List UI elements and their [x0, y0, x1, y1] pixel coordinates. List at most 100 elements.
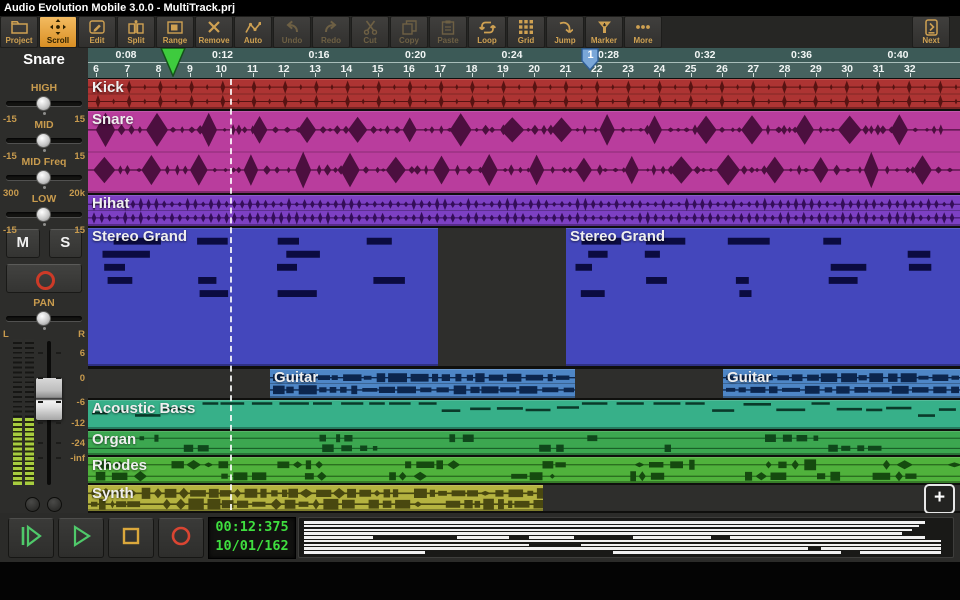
bar-tick-mark [566, 73, 567, 77]
clip-label: Stereo Grand [570, 228, 665, 245]
project-overview[interactable] [298, 517, 954, 558]
clip-organ-1[interactable]: Organ [88, 431, 960, 455]
app-root: Audio Evolution Mobile 3.0.0 - MultiTrac… [0, 0, 960, 600]
overview-clip-bar [304, 521, 925, 524]
timeline-ruler[interactable]: 0:080:120:160:200:240:280:320:360:406789… [88, 48, 960, 78]
toolbar-button-label: Jump [554, 36, 575, 45]
overview-clip-bar [633, 536, 711, 539]
toolbar-button-label: Edit [89, 36, 104, 45]
eq-low-slider[interactable] [6, 207, 82, 222]
clip-hihat-1[interactable]: Hihat [88, 195, 960, 226]
window-title: Audio Evolution Mobile 3.0.0 - MultiTrac… [0, 0, 960, 16]
overview-clip-bar [529, 536, 575, 539]
toolbar-button-edit[interactable]: Edit [78, 16, 116, 48]
overview-clip-bar [304, 525, 918, 528]
toolbar-button-label: Copy [399, 36, 419, 45]
play-button[interactable] [58, 518, 104, 558]
toolbar-button-grid[interactable]: Grid [507, 16, 545, 48]
track-lane-organ: Organ [88, 431, 960, 455]
toolbar-button-auto[interactable]: Auto [234, 16, 272, 48]
overview-clip-bar [821, 547, 941, 550]
time-tick-label: 0:24 [501, 49, 522, 61]
toolbar-button-remove[interactable]: Remove [195, 16, 233, 48]
clip-label: Hihat [92, 195, 130, 212]
bar-tick-mark [409, 73, 410, 77]
toolbar-button-copy[interactable]: Copy [390, 16, 428, 48]
clip-stereo-grand-2[interactable]: Stereo Grand [566, 228, 960, 366]
eq-high-label: HIGH [0, 82, 88, 94]
clip-stereo-grand-1[interactable]: Stereo Grand [88, 228, 438, 366]
toolbar-button-marker[interactable]: Marker [585, 16, 623, 48]
grid-icon [519, 20, 533, 35]
playhead-marker[interactable] [160, 48, 186, 82]
toolbar-button-more[interactable]: More [624, 16, 662, 48]
eq-high-slider[interactable] [6, 96, 82, 111]
toolbar-button-redo[interactable]: Redo [312, 16, 350, 48]
toolbar-button-label: Cut [363, 36, 376, 45]
toolbar-button-loop[interactable]: Loop [468, 16, 506, 48]
pan-slider[interactable] [6, 311, 82, 326]
bar-tick-mark [534, 73, 535, 77]
toolbar-button-label: Grid [518, 36, 534, 45]
eq-mid-freq-slider[interactable] [6, 170, 82, 185]
bar-tick-mark [472, 73, 473, 77]
slider-thumb[interactable] [36, 170, 51, 185]
range-icon [167, 20, 183, 35]
eq-mid-slider[interactable] [6, 133, 82, 148]
split-icon [128, 20, 144, 35]
time-tick-label: 0:32 [694, 49, 715, 61]
track-lane-snare: Snare [88, 111, 960, 193]
slider-thumb[interactable] [36, 96, 51, 111]
clip-label: Stereo Grand [92, 228, 187, 245]
slider-thumb[interactable] [36, 207, 51, 222]
toolbar-button-next[interactable]: Next [912, 16, 950, 48]
volume-fader-handle[interactable] [36, 378, 62, 420]
time-tick-label: 0:40 [887, 49, 908, 61]
fader-tick-mark [56, 442, 61, 444]
overview-clip-bar [457, 536, 509, 539]
clip-synth-1[interactable]: Synth [88, 485, 543, 511]
toolbar-button-jump[interactable]: Jump [546, 16, 584, 48]
record-button[interactable] [158, 518, 204, 558]
arm-record-button[interactable] [6, 264, 82, 293]
overview-clip-bar [304, 529, 912, 532]
time-tick-label: 0:20 [405, 49, 426, 61]
loop-icon [479, 20, 496, 35]
clip-snare-1[interactable]: Snare [88, 111, 960, 193]
stop-icon [120, 525, 142, 552]
eq-low-label: LOW [0, 193, 88, 205]
bar-tick-mark [315, 73, 316, 77]
record-icon [169, 524, 193, 553]
bar-tick-mark [691, 73, 692, 77]
toolbar-button-scroll[interactable]: Scroll [39, 16, 77, 48]
toolbar-button-split[interactable]: Split [117, 16, 155, 48]
add-track-button[interactable]: + [924, 484, 955, 514]
clip-rhodes-1[interactable]: Rhodes [88, 457, 960, 483]
fader-tick-mark [38, 457, 43, 459]
pan-label: PAN [0, 297, 88, 309]
clip-guitar-2[interactable]: Guitar [723, 369, 960, 398]
skip-start-button[interactable] [8, 518, 54, 558]
toolbar-button-paste[interactable]: Paste [429, 16, 467, 48]
track-lane-hihat: Hihat [88, 195, 960, 226]
toolbar-button-project[interactable]: Project [0, 16, 38, 48]
toolbar-button-undo[interactable]: Undo [273, 16, 311, 48]
clip-kick-1[interactable]: Kick [88, 79, 960, 109]
slider-thumb[interactable] [36, 311, 51, 326]
toolbar-button-cut[interactable]: Cut [351, 16, 389, 48]
clip-guitar-1[interactable]: Guitar [270, 369, 575, 398]
marker-number: 1 [587, 49, 593, 61]
track-lane-synth: Synth [88, 485, 960, 511]
slider-thumb[interactable] [36, 133, 51, 148]
stop-button[interactable] [108, 518, 154, 558]
toolbar-button-label: Scroll [47, 36, 69, 45]
clip-acoustic-bass-1[interactable]: Acoustic Bass [88, 400, 960, 429]
fader-scale-label: -24 [71, 438, 85, 449]
fader-tick-mark [56, 377, 61, 379]
slider-center-dot [43, 223, 46, 226]
slider-center-dot [43, 112, 46, 115]
track-lane-stereo-grand: Stereo Grand Stereo Grand [88, 228, 960, 366]
timeline-marker-1[interactable]: 1 [581, 48, 600, 76]
toolbar-button-range[interactable]: Range [156, 16, 194, 48]
toolbar-button-label: Next [922, 36, 939, 45]
